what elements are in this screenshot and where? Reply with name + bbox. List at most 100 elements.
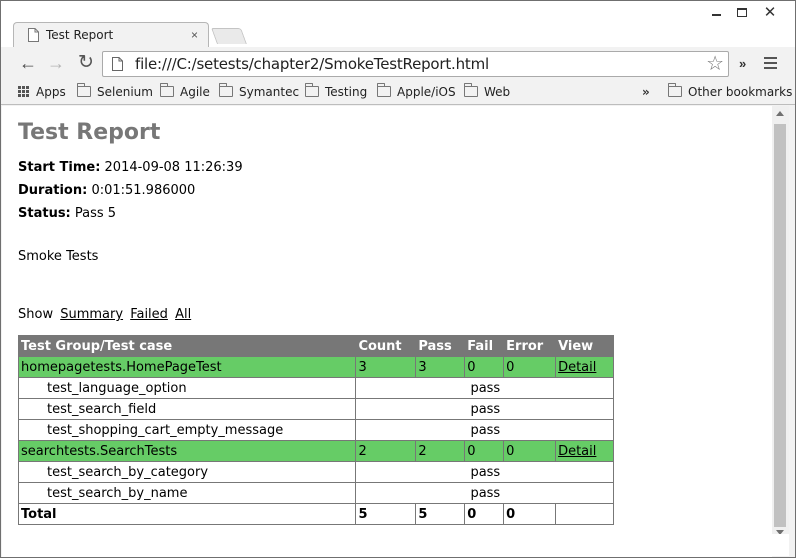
test-case-result: pass bbox=[355, 419, 614, 441]
group-pass: 3 bbox=[415, 356, 466, 378]
bookmark-selenium[interactable]: Selenium bbox=[77, 83, 153, 101]
test-case-result: pass bbox=[355, 461, 614, 483]
total-pass: 5 bbox=[415, 503, 466, 525]
bookmark-agile[interactable]: Agile bbox=[160, 83, 210, 101]
test-case-row: test_search_by_category pass bbox=[17, 461, 614, 483]
folder-icon bbox=[219, 83, 233, 97]
address-bar[interactable]: file:///C:/setests/chapter2/SmokeTestRep… bbox=[102, 51, 729, 77]
total-error: 0 bbox=[503, 503, 557, 525]
scrollbar-corner bbox=[772, 534, 789, 556]
test-case-result: pass bbox=[355, 482, 614, 504]
header-test-group: Test Group/Test case bbox=[17, 335, 357, 357]
close-window-button[interactable]: ✕ bbox=[757, 3, 783, 23]
minimize-icon bbox=[712, 14, 721, 16]
bookmark-web[interactable]: Web bbox=[464, 83, 510, 101]
show-all-link[interactable]: All bbox=[175, 307, 191, 322]
reload-icon[interactable]: ↻ bbox=[76, 53, 96, 73]
report-title: Test Report bbox=[18, 120, 161, 145]
bookmark-label: Apps bbox=[36, 85, 66, 99]
test-case-name: test_search_by_name bbox=[17, 482, 357, 504]
bookmark-label: Selenium bbox=[97, 85, 153, 99]
group-view: Detail bbox=[555, 440, 614, 462]
bookmarks-overflow-icon[interactable]: » bbox=[642, 83, 650, 101]
minimize-button[interactable] bbox=[704, 3, 730, 23]
extensions-overflow-icon[interactable]: » bbox=[739, 56, 746, 71]
bookmark-label: Testing bbox=[325, 85, 368, 99]
total-row: Total 5 5 0 0 bbox=[17, 503, 614, 525]
test-case-result: pass bbox=[355, 377, 614, 399]
group-fail: 0 bbox=[464, 440, 505, 462]
maximize-icon bbox=[737, 8, 747, 17]
report-description: Smoke Tests bbox=[18, 249, 99, 264]
group-row: homepagetests.HomePageTest 3 3 0 0 Detai… bbox=[17, 356, 614, 378]
show-label: Show bbox=[18, 307, 54, 322]
folder-icon bbox=[377, 83, 391, 97]
bookmark-apps[interactable]: Apps bbox=[18, 83, 66, 101]
menu-hamburger-icon[interactable] bbox=[764, 57, 777, 69]
header-view: View bbox=[555, 335, 614, 357]
header-error: Error bbox=[503, 335, 557, 357]
scrollbar-thumb[interactable] bbox=[774, 124, 786, 527]
detail-link[interactable]: Detail bbox=[558, 444, 596, 459]
apps-grid-icon bbox=[18, 86, 29, 97]
bookmark-star-icon[interactable]: ☆ bbox=[706, 52, 724, 76]
folder-icon bbox=[305, 83, 319, 97]
forward-arrow-icon[interactable]: → bbox=[46, 53, 66, 73]
test-case-row: test_search_by_name pass bbox=[17, 482, 614, 504]
test-case-name: test_language_option bbox=[17, 377, 357, 399]
group-count: 3 bbox=[355, 356, 417, 378]
start-time-value: 2014-09-08 11:26:39 bbox=[104, 160, 243, 175]
page-icon bbox=[112, 57, 123, 71]
detail-link[interactable]: Detail bbox=[558, 360, 596, 375]
bookmark-other[interactable]: Other bookmarks bbox=[668, 83, 792, 101]
header-count: Count bbox=[355, 335, 417, 357]
total-count: 5 bbox=[355, 503, 417, 525]
scroll-up-arrow-icon[interactable] bbox=[776, 111, 784, 116]
folder-icon bbox=[668, 83, 682, 97]
tab-test-report[interactable]: Test Report × bbox=[13, 22, 209, 48]
header-pass: Pass bbox=[415, 335, 466, 357]
vertical-scrollbar[interactable] bbox=[772, 106, 789, 535]
page-icon bbox=[28, 28, 39, 42]
status-label: Status: bbox=[18, 206, 71, 221]
show-failed-link[interactable]: Failed bbox=[130, 307, 168, 322]
test-case-row: test_search_field pass bbox=[17, 398, 614, 420]
duration-value: 0:01:51.986000 bbox=[91, 183, 196, 198]
tab-strip: Test Report × ✕ bbox=[1, 1, 795, 48]
start-time-label: Start Time: bbox=[18, 160, 101, 175]
group-row: searchtests.SearchTests 2 2 0 0 Detail bbox=[17, 440, 614, 462]
test-case-name: test_search_field bbox=[17, 398, 357, 420]
status: Status: Pass 5 bbox=[18, 206, 116, 221]
group-error: 0 bbox=[503, 440, 557, 462]
bookmark-testing[interactable]: Testing bbox=[305, 83, 367, 101]
show-summary-link[interactable]: Summary bbox=[60, 307, 123, 322]
url-text[interactable]: file:///C:/setests/chapter2/SmokeTestRep… bbox=[135, 55, 489, 73]
bookmarks-bar: Apps Selenium Agile Symantec Testing App… bbox=[1, 79, 795, 105]
back-arrow-icon[interactable]: ← bbox=[18, 53, 38, 73]
group-view: Detail bbox=[555, 356, 614, 378]
bookmark-label: Apple/iOS bbox=[397, 85, 456, 99]
start-time: Start Time: 2014-09-08 11:26:39 bbox=[18, 160, 243, 175]
browser-window: Test Report × ✕ ← → ↻ file:///C:/setests… bbox=[0, 0, 796, 558]
maximize-button[interactable] bbox=[729, 3, 755, 23]
total-view bbox=[555, 503, 614, 525]
close-icon: ✕ bbox=[763, 4, 777, 21]
group-pass: 2 bbox=[415, 440, 466, 462]
group-name: searchtests.SearchTests bbox=[17, 440, 357, 462]
bookmark-label: Other bookmarks bbox=[688, 85, 793, 99]
test-case-result: pass bbox=[355, 398, 614, 420]
tab-close-icon[interactable]: × bbox=[191, 27, 198, 43]
bookmark-symantec[interactable]: Symantec bbox=[219, 83, 299, 101]
duration-label: Duration: bbox=[18, 183, 88, 198]
total-fail: 0 bbox=[464, 503, 505, 525]
table-header-row: Test Group/Test case Count Pass Fail Err… bbox=[17, 335, 614, 357]
bookmark-apple-ios[interactable]: Apple/iOS bbox=[377, 83, 456, 101]
test-case-row: test_language_option pass bbox=[17, 377, 614, 399]
new-tab-button[interactable] bbox=[211, 28, 247, 44]
header-fail: Fail bbox=[464, 335, 505, 357]
bookmark-label: Web bbox=[484, 85, 511, 99]
test-case-name: test_shopping_cart_empty_message bbox=[17, 419, 357, 441]
duration: Duration: 0:01:51.986000 bbox=[18, 183, 195, 198]
group-error: 0 bbox=[503, 356, 557, 378]
page-content: Test Report Start Time: 2014-09-08 11:26… bbox=[2, 106, 772, 557]
